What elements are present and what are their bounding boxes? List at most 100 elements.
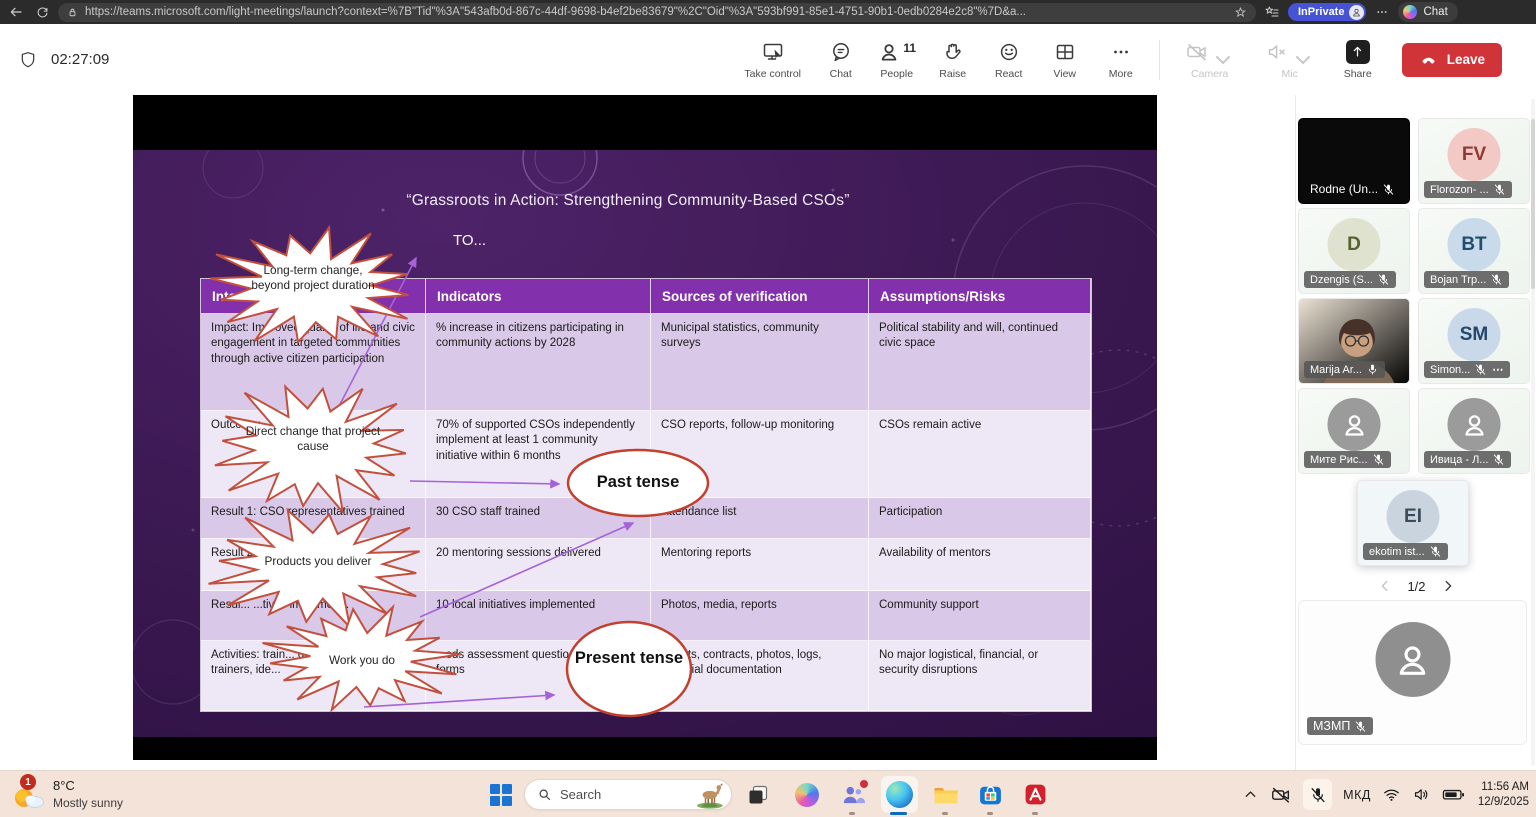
participant-name: Simon... (1430, 364, 1470, 376)
person-avatar-icon (1375, 622, 1450, 697)
url-text[interactable]: https://teams.microsoft.com/light-meetin… (85, 6, 1227, 18)
table-cell: Result 1: CSO representatives trained (201, 498, 426, 539)
copilot-icon (1403, 5, 1417, 19)
person-avatar-icon (1448, 398, 1501, 451)
tray-mic-off-icon[interactable] (1303, 779, 1332, 810)
clock[interactable]: 11:56 AM 12/9/2025 (1478, 780, 1529, 810)
chat-button[interactable]: Chat (813, 40, 869, 80)
page-next-icon[interactable] (1441, 579, 1455, 593)
refresh-icon[interactable] (32, 2, 52, 22)
people-button[interactable]: 11 People (869, 40, 925, 80)
weather-condition: Mostly sunny (53, 795, 123, 811)
tray-chevron-icon[interactable] (1242, 786, 1259, 803)
mic-off-icon (1493, 183, 1506, 196)
battery-icon[interactable] (1442, 784, 1465, 805)
participant-label: МЗМП (1307, 717, 1373, 735)
teams-notification-dot (858, 778, 870, 790)
take-control-button[interactable]: Take control (733, 40, 813, 80)
slide-title: “Grassroots in Action: Strengthening Com… (133, 192, 1123, 210)
more-button[interactable]: More (1093, 40, 1149, 80)
copilot-app-icon[interactable] (793, 781, 820, 808)
table-cell: CSO reports, follow-up monitoring (651, 411, 869, 498)
participant-label: Simon... ⋯ (1424, 361, 1510, 378)
mic-off-icon (1377, 273, 1390, 286)
notification-badge: 1 (20, 774, 36, 790)
table-cell: Result 2: M... (201, 539, 426, 591)
table-cell: 10 local initiatives implemented (426, 591, 651, 641)
react-button[interactable]: React (981, 40, 1037, 80)
participant-tile[interactable]: BT Bojan Trp... (1418, 208, 1530, 294)
table-cell: reports, contracts, photos, logs, financ… (651, 641, 869, 711)
acrobat-app-icon[interactable] (1022, 781, 1049, 808)
table-header-cell: Sources of verification (651, 279, 869, 314)
leave-button[interactable]: Leave (1402, 43, 1502, 77)
time: 11:56 AM (1481, 780, 1529, 795)
copilot-chat-label: Chat (1423, 6, 1447, 18)
participant-tile-video[interactable]: Marija Ar... (1298, 298, 1410, 384)
avatar: D (1328, 218, 1381, 271)
shared-screen: “Grassroots in Action: Strengthening Com… (133, 95, 1157, 760)
participant-tile[interactable]: SM Simon... ⋯ (1418, 298, 1530, 384)
copilot-chat-button[interactable]: Chat (1398, 2, 1457, 22)
lock-icon[interactable] (66, 2, 79, 22)
spotlight-tile[interactable]: МЗМП (1298, 600, 1527, 745)
participant-label: Marija Ar... (1304, 361, 1385, 378)
wifi-icon[interactable] (1382, 785, 1401, 804)
page-prev-icon[interactable] (1378, 579, 1392, 593)
page-indicator: 1/2 (1407, 579, 1425, 594)
participant-tile[interactable]: Rodne (Un... (1298, 118, 1410, 204)
task-view-button[interactable] (744, 781, 771, 808)
tray-camera-off-icon[interactable] (1270, 784, 1292, 806)
table-header-cell: Inte... (201, 279, 426, 314)
participant-tile[interactable]: FV Florozon- ... (1418, 118, 1530, 204)
mic-off-icon (1354, 720, 1367, 733)
taskbar-search[interactable]: Search (524, 779, 732, 810)
participant-tile[interactable]: D Dzengis (S... (1298, 208, 1410, 294)
timer-value: 02:27:09 (51, 51, 109, 68)
microsoft-store-icon[interactable] (977, 781, 1004, 808)
participant-label: Florozon- ... (1424, 181, 1512, 198)
camera-button[interactable]: Camera (1170, 40, 1250, 80)
rail-scrollbar[interactable] (1531, 99, 1535, 766)
running-indicator (987, 812, 993, 815)
meeting-timer: 02:27:09 (18, 24, 109, 95)
participant-more-icon[interactable]: ⋯ (1492, 363, 1504, 376)
keyboard-language[interactable]: МКД (1343, 788, 1371, 802)
edge-app-icon[interactable] (881, 776, 918, 813)
avatar: BT (1448, 218, 1501, 271)
view-button[interactable]: View (1037, 40, 1093, 80)
participant-tile[interactable]: Ивица - Л... (1418, 388, 1530, 474)
participant-tile[interactable]: Мите Рис... (1298, 388, 1410, 474)
participant-name: Dzengis (S... (1310, 274, 1373, 286)
participant-label: Rodne (Un... (1304, 180, 1401, 198)
handset-icon (1419, 50, 1438, 69)
participant-label: Dzengis (S... (1304, 271, 1396, 288)
back-icon[interactable] (6, 2, 26, 22)
file-explorer-icon[interactable] (932, 781, 959, 808)
inprivate-badge[interactable]: InPrivate (1288, 3, 1366, 21)
running-indicator (942, 812, 948, 815)
weather-text: 8°C Mostly sunny (53, 777, 123, 811)
table-cell: 20 mentoring sessions delivered (426, 539, 651, 591)
start-button[interactable] (490, 784, 512, 806)
participant-tile[interactable]: EI ekotim ist... (1357, 480, 1469, 566)
mic-off-icon (1429, 545, 1442, 558)
share-button[interactable]: Share (1330, 40, 1386, 80)
raise-hand-button[interactable]: Raise (925, 40, 981, 80)
table-cell: Photos, media, reports (651, 591, 869, 641)
volume-icon[interactable] (1412, 785, 1431, 804)
teams-app-icon[interactable] (839, 781, 866, 808)
weather-widget[interactable]: 1 8°C Mostly sunny (10, 775, 123, 813)
browser-more-icon[interactable] (1372, 2, 1392, 22)
address-bar[interactable]: https://teams.microsoft.com/light-meetin… (58, 3, 1256, 22)
participant-name: Ивица - Л... (1430, 454, 1488, 466)
meeting-toolbar: 02:27:09 Take control Chat 11 People Rai… (0, 24, 1536, 95)
mic-button[interactable]: Mic (1250, 40, 1330, 80)
avatar: EI (1387, 490, 1440, 543)
inprivate-label: InPrivate (1298, 6, 1344, 18)
table-cell: Outcome: ... and im... effect... (201, 411, 426, 498)
system-tray: МКД 11:56 AM 12/9/2025 (1242, 771, 1529, 817)
favorites-hub-icon[interactable] (1262, 2, 1282, 22)
participant-rail: Rodne (Un... FV Florozon- ... D Dzengis … (1295, 95, 1536, 770)
bookmark-star-icon[interactable] (1233, 2, 1248, 22)
